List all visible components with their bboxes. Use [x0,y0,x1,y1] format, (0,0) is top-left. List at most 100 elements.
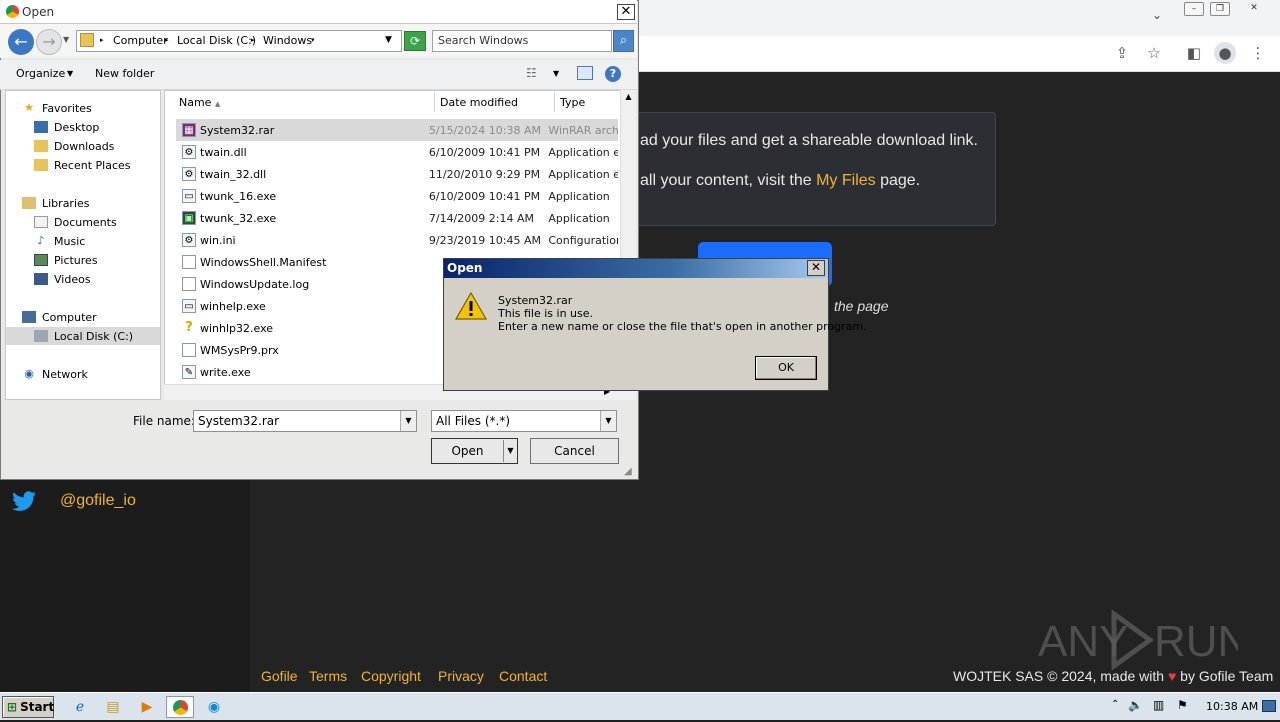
breadcrumb-local-disk[interactable]: Local Disk (C:) [177,34,256,47]
error-instruction: Enter a new name or close the file that'… [498,320,867,333]
chrome-logo-icon [172,700,188,715]
file-name: WMSysPr9.prx [200,343,279,357]
start-button[interactable]: ⊞ Start [2,696,54,718]
view-options-icon[interactable]: ☷ [526,66,537,80]
file-row[interactable]: ▦ System32.rar 5/15/2024 10:38 AM WinRAR ar… [176,119,618,141]
downloads-icon [34,140,48,152]
file-type-select[interactable]: All Files (*.*) [431,410,617,432]
info-text-myfiles: all your content, visit the My Files pag… [640,172,920,190]
dll-icon: ⚙ [182,145,196,159]
twitter-handle-link[interactable]: @gofile_io [60,492,136,510]
file-type: Application extension [548,167,618,181]
network-tray-icon[interactable]: ▥ [1153,698,1164,712]
my-files-link[interactable]: My Files [816,172,876,189]
organize-menu[interactable]: Organize [16,67,65,80]
file-type: Configuration settings [548,233,618,247]
nav-libraries[interactable]: Libraries [22,194,176,212]
search-icon[interactable]: ⌕ [613,30,634,52]
file-type: WinRAR archive [548,123,618,137]
open-button[interactable]: Open ▼ [431,438,518,464]
show-desktop-icon[interactable] [1262,700,1276,712]
action-center-flag-icon[interactable]: ⚑ [1177,698,1188,712]
forward-icon[interactable]: → [36,29,62,55]
file-date: 11/20/2010 9:29 PM [428,167,541,181]
sidepanel-icon[interactable]: ◧ [1184,44,1204,62]
restore-button[interactable]: ❐ [1210,2,1230,16]
info-text-upload: ad your files and get a shareable downlo… [640,132,978,149]
scroll-up-icon[interactable]: ▲ [623,92,634,101]
profile-avatar-icon[interactable]: ● [1214,42,1236,64]
breadcrumb-dropdown-icon[interactable]: ▾ [311,36,315,44]
ok-button[interactable]: OK [755,356,817,380]
nav-documents-label: Documents [54,215,117,229]
share-icon[interactable]: ⇪ [1112,44,1132,62]
footer-link-terms[interactable]: Terms [309,668,347,684]
drive-icon [34,330,48,342]
breadcrumb-windows[interactable]: Windows [263,34,312,47]
tab-search-icon[interactable]: ⌄ [1152,8,1162,22]
twitter-icon[interactable] [11,490,37,514]
error-message: This file is in use. [498,307,593,320]
file-date: 6/10/2009 10:41 PM [428,145,541,159]
file-row[interactable]: ⚙ twain_32.dll 11/20/2010 9:29 PM Applicati… [176,163,618,185]
nav-computer[interactable]: Computer [22,308,176,326]
nav-local-disk[interactable]: Local Disk (C:) [6,327,160,345]
file-name-input[interactable]: System32.rar [193,410,417,432]
file-row[interactable]: ▭ twunk_16.exe 6/10/2009 10:41 PM Applicati… [176,185,618,207]
ini-icon: ⚙ [182,233,196,247]
volume-icon[interactable]: 🔈 [1128,698,1143,712]
file-icon [182,343,196,357]
file-type-dropdown-icon[interactable]: ▼ [600,411,616,431]
nav-pictures-label: Pictures [54,253,98,267]
help-icon[interactable]: ? [605,66,621,82]
back-icon[interactable]: ← [8,29,34,55]
warning-icon [455,292,487,320]
close-window-button[interactable]: ✕ [1244,2,1264,16]
chrome-taskbar-icon[interactable] [166,696,194,718]
error-dialog-title: Open [447,261,483,275]
error-dialog-close-button[interactable]: ✕ [807,260,825,276]
open-dialog-close-button[interactable]: ✕ [617,4,635,20]
browser-menu-icon[interactable]: ⋮ [1248,44,1268,62]
column-name-label: Name [179,96,212,109]
file-name: win.ini [200,233,236,247]
open-split-dropdown-icon[interactable]: ▼ [503,440,517,462]
file-row[interactable]: ⚙ win.ini 9/23/2019 10:45 AM Configuration … [176,229,618,251]
refresh-icon[interactable]: ⟳ [404,31,426,51]
footer-link-gofile[interactable]: Gofile [261,668,298,684]
breadcrumb-computer[interactable]: Computer [113,34,168,47]
clock[interactable]: 10:38 AM [1206,700,1258,713]
resize-grip-icon[interactable]: ◢ [624,466,632,477]
column-header-date[interactable]: Date modified [434,92,555,112]
footer-link-privacy[interactable]: Privacy [438,668,484,684]
file-date: 9/23/2019 10:45 AM [428,233,541,247]
rar-icon: ▦ [182,123,196,137]
ie-taskbar-icon[interactable]: ℯ [66,696,94,718]
column-header-type[interactable]: Type [554,92,620,112]
column-header-name[interactable]: Name ▲ [173,92,435,112]
file-row[interactable]: ⚙ twain.dll 6/10/2009 10:41 PM Application … [176,141,618,163]
nav-favorites[interactable]: ★ Favorites [22,99,176,117]
bookmark-star-icon[interactable]: ☆ [1144,44,1164,62]
cancel-button[interactable]: Cancel [530,438,619,464]
organize-dropdown-icon[interactable]: ▼ [67,69,73,78]
search-input[interactable]: Search Windows [432,30,612,52]
address-dropdown-icon[interactable]: ▼ [385,35,392,45]
breadcrumb-separator: ▸ [251,36,255,44]
preview-pane-icon[interactable] [577,66,593,80]
minimize-button[interactable]: – [1184,2,1204,16]
view-dropdown-icon[interactable]: ▼ [553,69,559,78]
footer-link-copyright[interactable]: Copyright [361,668,421,684]
history-dropdown-icon[interactable]: ▼ [63,35,69,44]
file-row[interactable]: ▣ twunk_32.exe 7/14/2009 2:14 AM Applicatio… [176,207,618,229]
media-player-taskbar-icon[interactable]: ▶ [133,696,161,718]
footer-link-contact[interactable]: Contact [499,668,547,684]
explorer-taskbar-icon[interactable]: ▤ [99,696,127,718]
edge-taskbar-icon[interactable]: ◉ [200,696,228,718]
nav-recent-places-label: Recent Places [54,158,131,172]
nav-network[interactable]: ◉ Network [22,365,176,383]
tray-expand-icon[interactable]: ⌃ [1111,699,1119,710]
new-folder-button[interactable]: New folder [95,67,154,80]
file-name: WindowsUpdate.log [200,277,310,291]
file-name-dropdown-icon[interactable]: ▼ [400,411,416,431]
